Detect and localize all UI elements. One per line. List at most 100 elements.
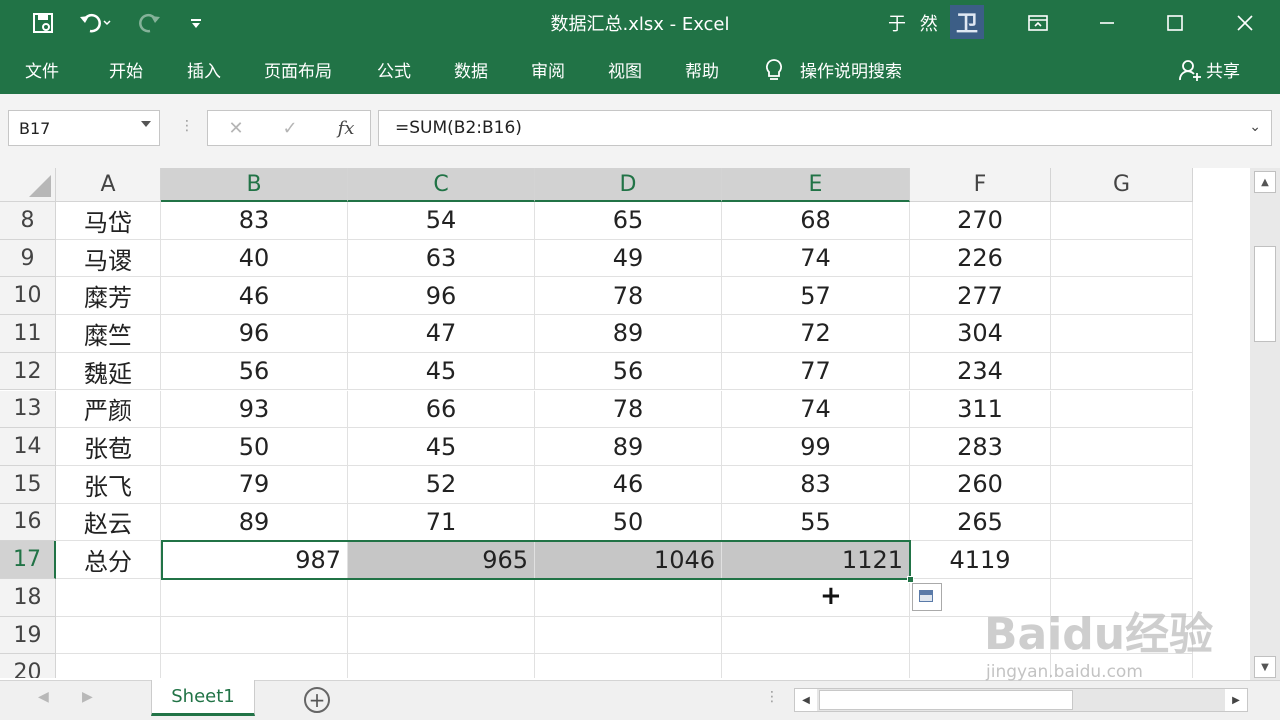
cell-d[interactable]: 89 <box>535 315 722 353</box>
cell-e[interactable]: 55 <box>722 503 910 542</box>
cell-f[interactable]: 277 <box>910 277 1051 316</box>
tab-page-layout[interactable]: 页面布局 <box>264 45 332 94</box>
cell-e[interactable]: 74 <box>722 239 910 278</box>
tab-data[interactable]: 数据 <box>454 45 488 94</box>
cell-a[interactable]: 糜竺 <box>56 315 161 353</box>
row-header[interactable]: 14 <box>0 428 56 466</box>
cell-d[interactable]: 50 <box>535 503 722 542</box>
redo-icon[interactable] <box>126 0 176 45</box>
cell-e[interactable] <box>722 579 910 617</box>
cell-e[interactable]: 1121 <box>722 541 910 579</box>
cell-b[interactable]: 96 <box>161 315 348 353</box>
cell-c[interactable]: 63 <box>348 239 535 278</box>
cell-f[interactable]: 304 <box>910 315 1051 353</box>
formula-input[interactable]: =SUM(B2:B16) ⌄ <box>378 110 1272 146</box>
cell-c[interactable] <box>348 579 535 617</box>
share-button[interactable]: 共享 <box>1178 45 1240 94</box>
cell-c[interactable]: 54 <box>348 202 535 240</box>
cell-b[interactable]: 89 <box>161 503 348 542</box>
cell-e[interactable]: 74 <box>722 390 910 429</box>
cell-f[interactable]: 311 <box>910 390 1051 429</box>
vertical-scroll-thumb[interactable] <box>1254 246 1276 342</box>
cell-a[interactable]: 张飞 <box>56 465 161 504</box>
select-all-button[interactable] <box>0 168 56 202</box>
add-sheet-button[interactable]: + <box>304 687 330 713</box>
row-header[interactable]: 11 <box>0 315 56 353</box>
cell-g[interactable] <box>1051 315 1193 353</box>
row-header[interactable]: 9 <box>0 239 56 278</box>
cell-a[interactable] <box>56 616 161 655</box>
insert-function-icon[interactable]: fx <box>326 111 366 145</box>
cell-c[interactable] <box>348 616 535 655</box>
cell-g[interactable] <box>1051 390 1193 429</box>
scroll-down-icon[interactable]: ▼ <box>1254 656 1276 678</box>
sheet-tab-sheet1[interactable]: Sheet1 <box>151 680 255 716</box>
cell-b[interactable] <box>161 616 348 655</box>
cell-d[interactable]: 46 <box>535 465 722 504</box>
cell-e[interactable]: 77 <box>722 352 910 391</box>
sheet-prev-icon[interactable]: ◀ <box>38 689 49 705</box>
row-header[interactable]: 16 <box>0 503 56 542</box>
cell-a[interactable] <box>56 654 161 678</box>
column-header-f[interactable]: F <box>910 168 1051 202</box>
cell-g[interactable] <box>1051 465 1193 504</box>
cell-e[interactable] <box>722 654 910 678</box>
cell-b[interactable]: 987 <box>161 541 348 579</box>
expand-formula-icon[interactable]: ⌄ <box>1249 119 1261 135</box>
cell-f[interactable]: 283 <box>910 428 1051 466</box>
cell-f[interactable]: 265 <box>910 503 1051 542</box>
tab-home[interactable]: 开始 <box>109 45 143 94</box>
cell-g[interactable] <box>1051 352 1193 391</box>
cell-b[interactable] <box>161 654 348 678</box>
cell-e[interactable]: 72 <box>722 315 910 353</box>
cell-b[interactable]: 46 <box>161 277 348 316</box>
column-header-e[interactable]: E <box>722 168 910 202</box>
cell-g[interactable] <box>1051 503 1193 542</box>
cell-a[interactable]: 糜芳 <box>56 277 161 316</box>
scroll-right-icon[interactable]: ▶ <box>1225 689 1247 711</box>
cell-g[interactable] <box>1051 541 1193 579</box>
tab-review[interactable]: 审阅 <box>531 45 565 94</box>
cancel-icon[interactable]: ✕ <box>216 111 256 145</box>
cell-a[interactable]: 赵云 <box>56 503 161 542</box>
column-header-g[interactable]: G <box>1051 168 1193 202</box>
cell-a[interactable]: 严颜 <box>56 390 161 429</box>
user-name[interactable]: 于 然 <box>888 0 942 45</box>
sheet-next-icon[interactable]: ▶ <box>82 689 93 705</box>
cell-c[interactable]: 47 <box>348 315 535 353</box>
cell-a[interactable]: 马岱 <box>56 202 161 240</box>
tab-insert[interactable]: 插入 <box>187 45 221 94</box>
cell-c[interactable]: 45 <box>348 352 535 391</box>
cell-e[interactable]: 68 <box>722 202 910 240</box>
cell-f[interactable]: 270 <box>910 202 1051 240</box>
splitter-dots-icon[interactable]: ⋮ <box>180 118 194 134</box>
cell-d[interactable] <box>535 654 722 678</box>
cell-e[interactable]: 57 <box>722 277 910 316</box>
cell-g[interactable] <box>1051 202 1193 240</box>
cell-f[interactable]: 260 <box>910 465 1051 504</box>
tab-help[interactable]: 帮助 <box>685 45 719 94</box>
cell-a[interactable]: 张苞 <box>56 428 161 466</box>
tab-view[interactable]: 视图 <box>608 45 642 94</box>
cell-a[interactable]: 马谡 <box>56 239 161 278</box>
customize-qat-icon[interactable] <box>184 0 208 45</box>
row-header[interactable]: 15 <box>0 465 56 504</box>
cell-a[interactable]: 总分 <box>56 541 161 579</box>
cell-b[interactable]: 93 <box>161 390 348 429</box>
scroll-left-icon[interactable]: ◀ <box>795 689 817 711</box>
cell-a[interactable] <box>56 579 161 617</box>
chevron-down-icon[interactable] <box>141 121 151 127</box>
cell-d[interactable]: 65 <box>535 202 722 240</box>
cell-f[interactable]: 226 <box>910 239 1051 278</box>
tab-file[interactable]: 文件 <box>25 45 59 94</box>
cell-c[interactable]: 965 <box>348 541 535 579</box>
cell-c[interactable] <box>348 654 535 678</box>
row-header[interactable]: 17 <box>0 541 56 579</box>
minimize-icon[interactable] <box>1090 0 1124 45</box>
cell-g[interactable] <box>1051 277 1193 316</box>
cell-d[interactable] <box>535 616 722 655</box>
name-box[interactable]: B17 <box>8 110 160 146</box>
cell-d[interactable] <box>535 579 722 617</box>
cell-g[interactable] <box>1051 239 1193 278</box>
user-avatar[interactable]: 卫 <box>950 5 984 39</box>
